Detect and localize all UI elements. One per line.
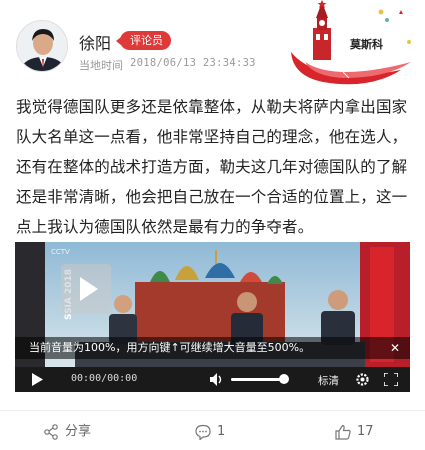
like-icon [335,424,351,440]
avatar[interactable] [16,20,68,72]
svg-text:CCTV: CCTV [51,248,70,256]
volume-tooltip-text: 当前音量为100%，用方向键↑可继续增大音量至500%。 [29,341,311,354]
share-label: 分享 [65,424,92,439]
local-time-label: 当地时间 [79,59,123,72]
quality-selector[interactable]: 标清 [318,373,339,388]
commentator-badge: 评论员 [116,31,171,50]
fullscreen-icon[interactable] [384,373,398,386]
big-play-button[interactable] [61,264,111,314]
city-label: 莫斯科 [350,38,383,51]
volume-slider-handle[interactable] [279,374,289,384]
play-icon [80,277,98,301]
comment-count: 1 [217,424,226,439]
author-name[interactable]: 徐阳 [79,30,111,54]
volume-tooltip: 当前音量为100%，用方向键↑可继续增大音量至500%。 ✕ [15,337,410,359]
post-timestamp: 2018/06/13 23:34:33 [130,57,256,69]
share-icon [44,424,58,440]
article-text: 我觉得德国队更多还是依靠整体，从勒夫将萨内拿出国家队大名单这一点看，他非常坚持自… [16,98,408,236]
comment-icon [195,424,211,440]
play-icon[interactable] [31,373,43,386]
action-bar: 分享 1 17 [0,410,425,450]
video-player[interactable]: CCTV SSIA 2018 SSIA 2018 当前音量为100%，用方向键↑… [15,242,410,392]
like-count: 17 [357,424,374,439]
volume-icon[interactable] [210,373,224,386]
close-icon[interactable]: ✕ [386,339,404,357]
playback-time: 00:00/00:00 [71,373,138,384]
player-control-bar: 00:00/00:00 标清 [15,367,410,392]
settings-icon[interactable] [355,372,370,387]
comment-header: 徐阳 评论员 当地时间 2018/06/13 23:34:33 莫斯科 [0,0,425,90]
